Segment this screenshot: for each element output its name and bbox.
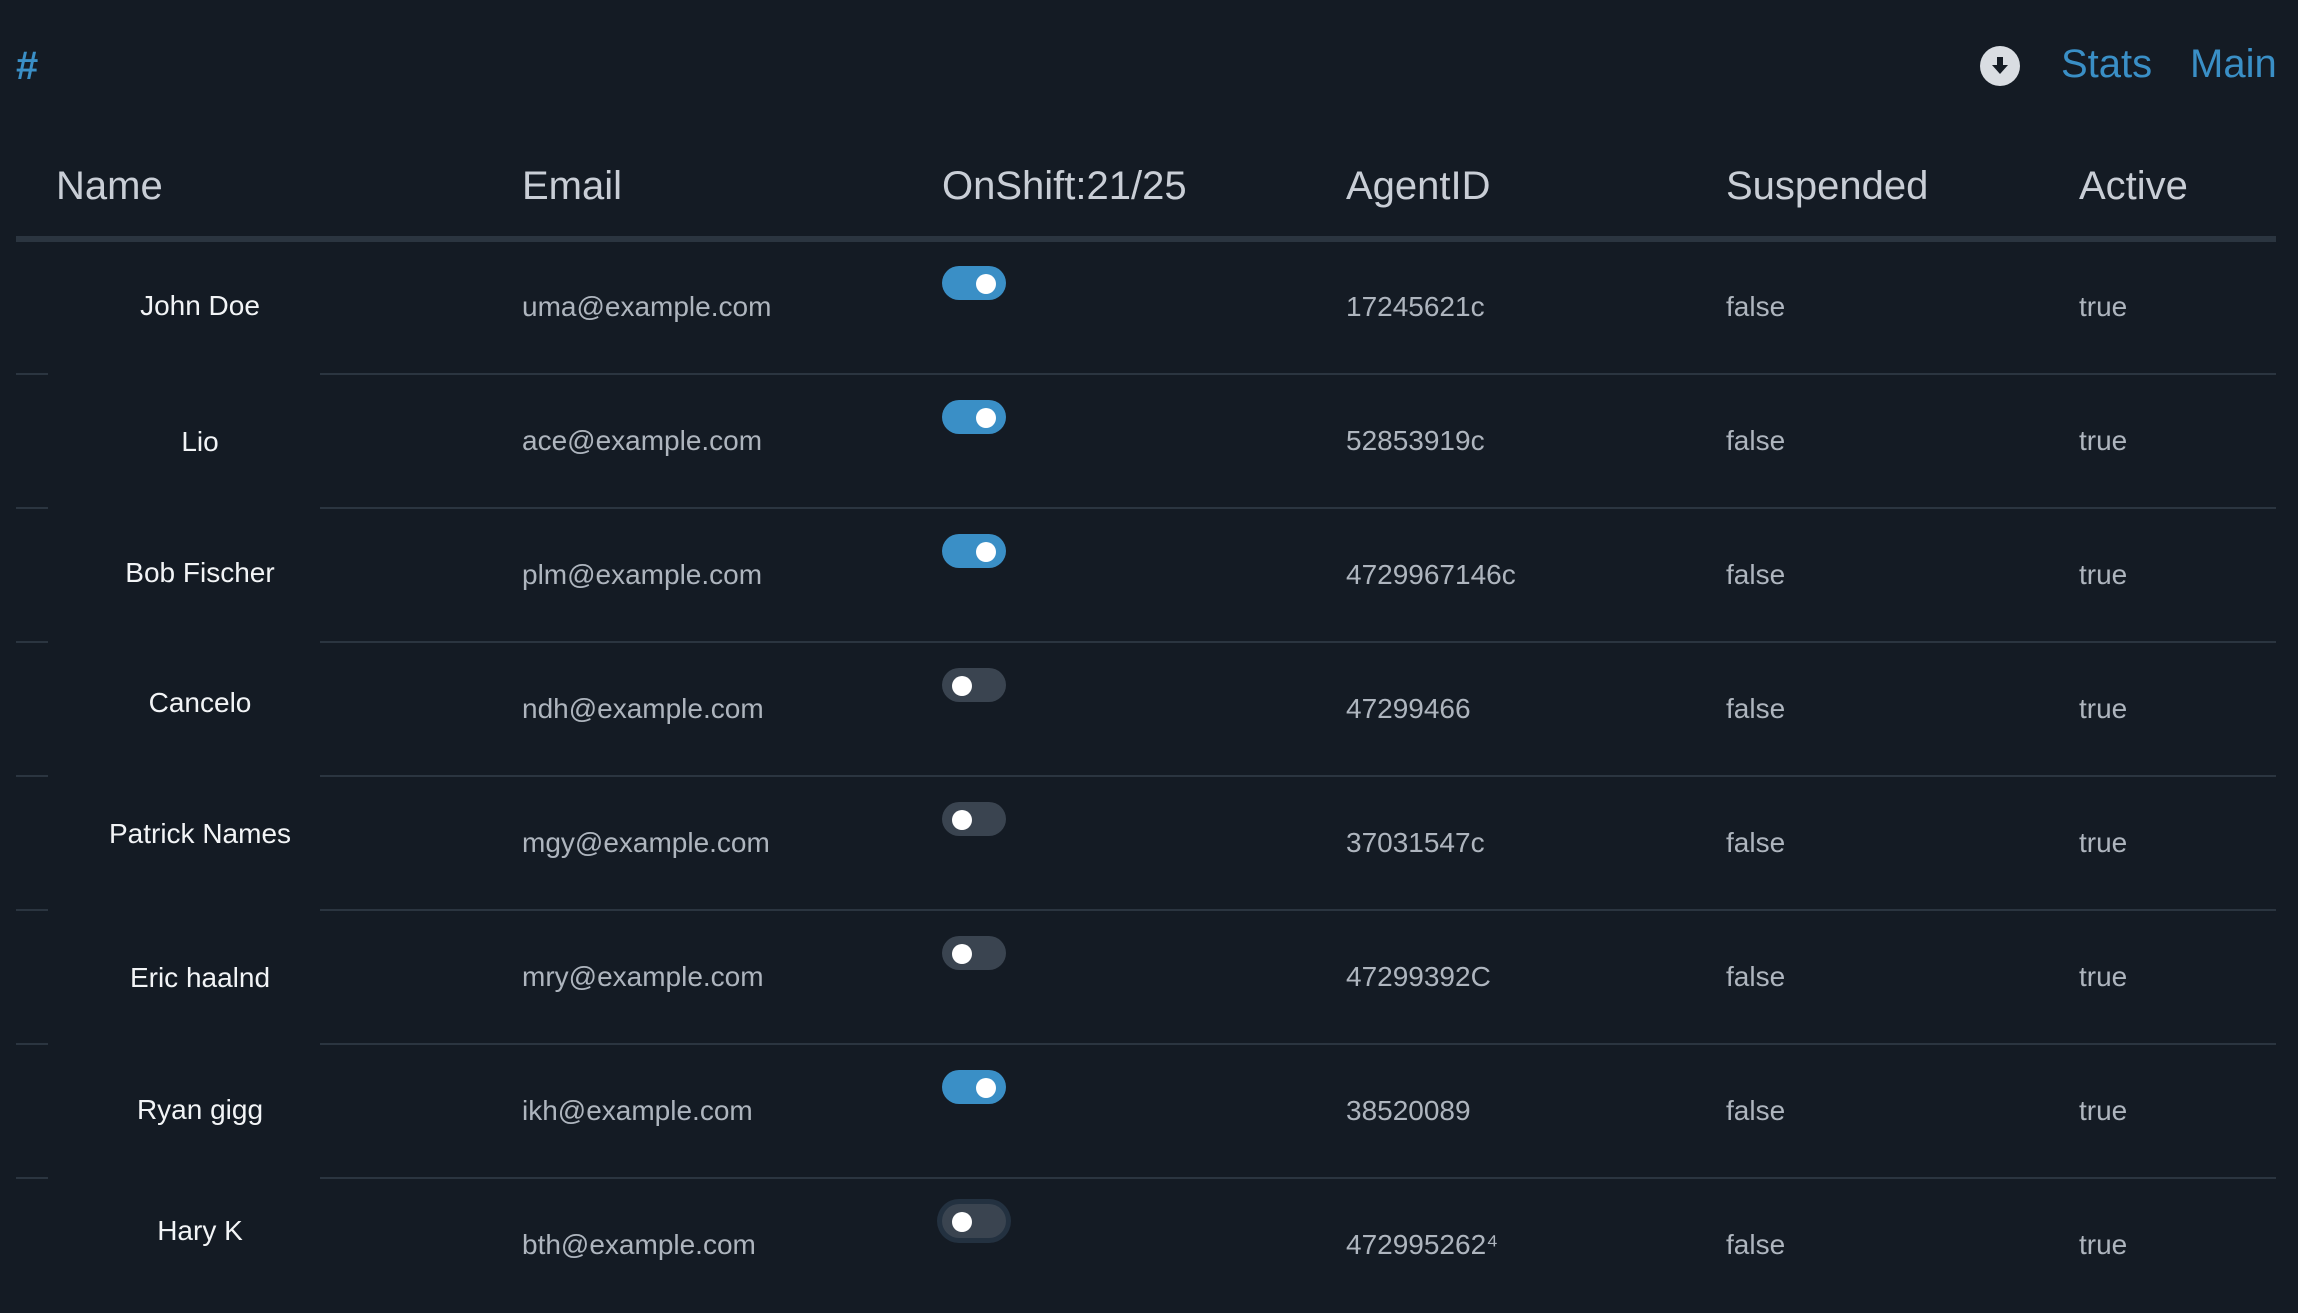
cell-suspended: false (1726, 1229, 1786, 1260)
cell-active: true (2079, 961, 2128, 992)
cell-email: bth@example.com (522, 1229, 756, 1260)
cell-name: Cancelo (148, 687, 252, 718)
toggle-knob (952, 944, 972, 964)
cell-agent-id: 47299466 (1346, 693, 1471, 724)
onshift-toggle[interactable] (942, 936, 1006, 970)
column-header-name[interactable]: Name (56, 164, 163, 209)
toggle-knob (976, 408, 996, 428)
table-row: Ryan gigg ikh@example.com 38520089 false tru… (16, 1045, 2276, 1179)
onshift-toggle[interactable] (942, 266, 1006, 300)
cell-suspended: false (1726, 425, 1786, 456)
download-arrow-glyph (1992, 57, 2008, 74)
cell-agent-id: 52853919с (1346, 425, 1485, 456)
table-header: Name Email OnShift:21/25 AgentID Suspend… (16, 150, 2276, 242)
toggle-knob (952, 1212, 972, 1232)
column-header-onshift[interactable]: OnShift:21/25 (942, 164, 1187, 209)
cell-email: ikh@example.com (522, 1095, 753, 1126)
table-row: Lio ace@example.com 52853919с false true (16, 375, 2276, 509)
cell-agent-id: 17245621с (1346, 291, 1485, 322)
cell-email: ace@example.com (522, 425, 763, 456)
cell-name: Eric haalnd (129, 962, 271, 993)
toggle-knob (952, 810, 972, 830)
cell-suspended: false (1726, 1095, 1786, 1126)
toggle-knob (952, 676, 972, 696)
cell-agent-id: 4729967146с (1346, 559, 1516, 590)
cell-active: true (2079, 425, 2128, 456)
onshift-toggle[interactable] (942, 802, 1006, 836)
onshift-toggle[interactable] (942, 668, 1006, 702)
table-row: Hary K bth@example.com 472995262⁴ false true (16, 1179, 2276, 1313)
cell-email: plm@example.com (522, 559, 763, 590)
cell-agent-id: 47299392C (1346, 961, 1491, 992)
onshift-toggle[interactable] (942, 534, 1006, 568)
cell-name: Ryan gigg (136, 1094, 264, 1125)
cell-active: true (2079, 559, 2128, 590)
table-row: Patrick Names mgy@example.com 37031547с fal… (16, 777, 2276, 911)
cell-agent-id: 37031547с (1346, 827, 1485, 858)
nav-main-link[interactable]: Main (2190, 42, 2277, 87)
cell-suspended: false (1726, 559, 1786, 590)
cell-name: Patrick Names (108, 818, 292, 849)
onshift-toggle[interactable] (942, 400, 1006, 434)
table-row: John Doe uma@example.com 17245621с false tru… (16, 241, 2276, 375)
cell-suspended: false (1726, 961, 1786, 992)
column-header-agent-id[interactable]: AgentID (1346, 164, 1491, 209)
top-bar: # Stats Main (0, 0, 2298, 130)
table-row: Bob Fischer plm@example.com 4729967146с fal… (16, 509, 2276, 643)
column-header-active[interactable]: Active (2079, 164, 2188, 209)
onshift-toggle[interactable] (942, 1070, 1006, 1104)
cell-suspended: false (1726, 693, 1786, 724)
cell-active: true (2079, 693, 2128, 724)
download-icon[interactable] (1980, 46, 2020, 86)
toggle-knob (976, 1078, 996, 1098)
onshift-toggle[interactable] (942, 1204, 1006, 1238)
nav-stats-link[interactable]: Stats (2061, 42, 2152, 87)
toggle-knob (976, 542, 996, 562)
cell-suspended: false (1726, 291, 1786, 322)
cell-email: mry@example.com (522, 961, 764, 992)
table-row: Cancelo ndh@example.com 47299466 false true (16, 643, 2276, 777)
cell-active: true (2079, 827, 2128, 858)
cell-suspended: false (1726, 827, 1786, 858)
column-header-suspended[interactable]: Suspended (1726, 164, 1928, 209)
cell-email: ndh@example.com (522, 693, 764, 724)
cell-active: true (2079, 1229, 2128, 1260)
cell-email: uma@example.com (522, 291, 772, 322)
cell-active: true (2079, 1095, 2128, 1126)
home-hash-link[interactable]: # (16, 44, 38, 89)
column-header-email[interactable]: Email (522, 164, 622, 209)
cell-active: true (2079, 291, 2128, 322)
cell-name: John Doe (140, 290, 260, 321)
cell-email: mgy@example.com (522, 827, 770, 858)
cell-name: Bob Fischer (125, 557, 275, 588)
cell-name: Hary K (157, 1215, 243, 1246)
cell-name: Lio (181, 426, 219, 457)
cell-agent-id: 38520089 (1346, 1095, 1471, 1126)
cell-agent-id: 472995262⁴ (1346, 1229, 1499, 1260)
table-row: Eric haalnd mry@example.com 47299392C false… (16, 911, 2276, 1045)
toggle-knob (976, 274, 996, 294)
